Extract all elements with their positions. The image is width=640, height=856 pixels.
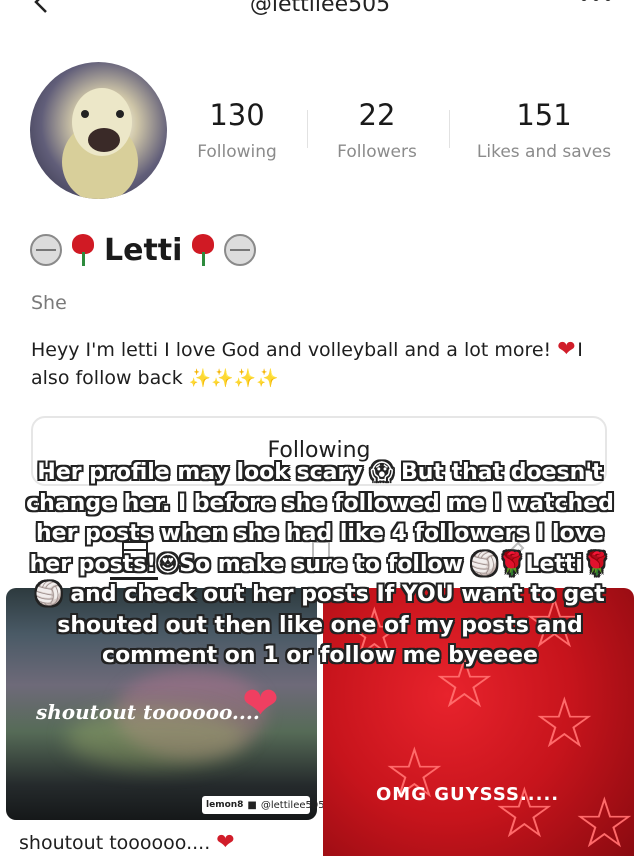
stats-divider: [449, 110, 450, 148]
more-options-icon[interactable]: [578, 0, 614, 12]
watermark-user: @lettilee505: [260, 799, 325, 811]
overlay-line: change her. I before she followed me I w…: [26, 490, 614, 516]
display-name-row: Letti: [30, 228, 257, 272]
overlay-line: Letti: [525, 551, 583, 577]
watermark-brand: lemon8: [206, 800, 244, 810]
heart-eyes-emoji-icon: 😍: [156, 551, 180, 577]
post-1-caption[interactable]: shoutout toooooo.... ❤: [19, 830, 236, 855]
overlay-caption: Her profile may look scary 😱 But that do…: [18, 458, 622, 672]
following-label: Following: [197, 142, 277, 162]
post-2-overlay-text: OMG GUYSSS.....: [376, 784, 560, 805]
overlay-line: But that doesn't: [393, 460, 603, 485]
volleyball-emoji-icon: 🏐: [35, 582, 63, 607]
overlay-line: Her profile may look scary: [37, 460, 371, 485]
scream-emoji-icon: 😱: [370, 460, 394, 485]
volleyball-emoji-icon: 🏐: [470, 551, 499, 577]
pronoun-text: She: [31, 292, 67, 314]
rose-emoji-icon: 🌹: [582, 551, 611, 577]
overlay-line: her posts!: [29, 551, 157, 577]
heart-icon: ❤: [242, 678, 279, 729]
display-name: Letti: [104, 232, 183, 268]
lemon8-watermark: lemon8 ■ @lettilee505: [202, 796, 325, 814]
goose-photo: [62, 88, 138, 199]
bio-line-1: Heyy I'm letti I love God and volleyball…: [31, 339, 558, 361]
post-1-overlay-text: shoutout toooooo....: [36, 700, 260, 724]
likes-label: Likes and saves: [476, 142, 612, 162]
overlay-line: comment on 1 or follow me byeeee: [102, 643, 538, 668]
avatar[interactable]: [30, 62, 167, 199]
bio-line-2: also follow back: [31, 367, 183, 389]
stats-divider: [307, 110, 308, 148]
overlay-line: and check out her posts If YOU want to g…: [62, 582, 605, 607]
volleyball-icon: [30, 234, 62, 266]
volleyball-icon: [224, 234, 257, 266]
rose-emoji-icon: 🌹: [498, 551, 526, 577]
overlay-line: her posts when she had like 4 followers …: [36, 521, 604, 546]
user-icon: ■: [247, 799, 257, 811]
back-arrow-icon[interactable]: [30, 0, 56, 16]
profile-username: @lettilee505: [249, 0, 391, 17]
rose-icon: [192, 234, 215, 266]
bio-text: Heyy I'm letti I love God and volleyball…: [31, 336, 591, 393]
following-count[interactable]: 130: [187, 98, 287, 132]
rose-icon: [72, 234, 94, 266]
followers-count[interactable]: 22: [327, 98, 427, 132]
post-1-caption-text: shoutout toooooo....: [19, 832, 217, 854]
overlay-line: So make sure to follow: [179, 551, 471, 577]
likes-count[interactable]: 151: [470, 98, 618, 132]
heart-icon: ❤: [216, 830, 235, 855]
followers-label: Followers: [337, 142, 417, 162]
heart-icon: ❤: [557, 337, 576, 362]
overlay-line: shouted out then like one of my posts an…: [57, 612, 583, 638]
bio-line-1-end: I: [577, 339, 583, 361]
sparkles-icon: ✨✨✨✨: [188, 368, 279, 389]
